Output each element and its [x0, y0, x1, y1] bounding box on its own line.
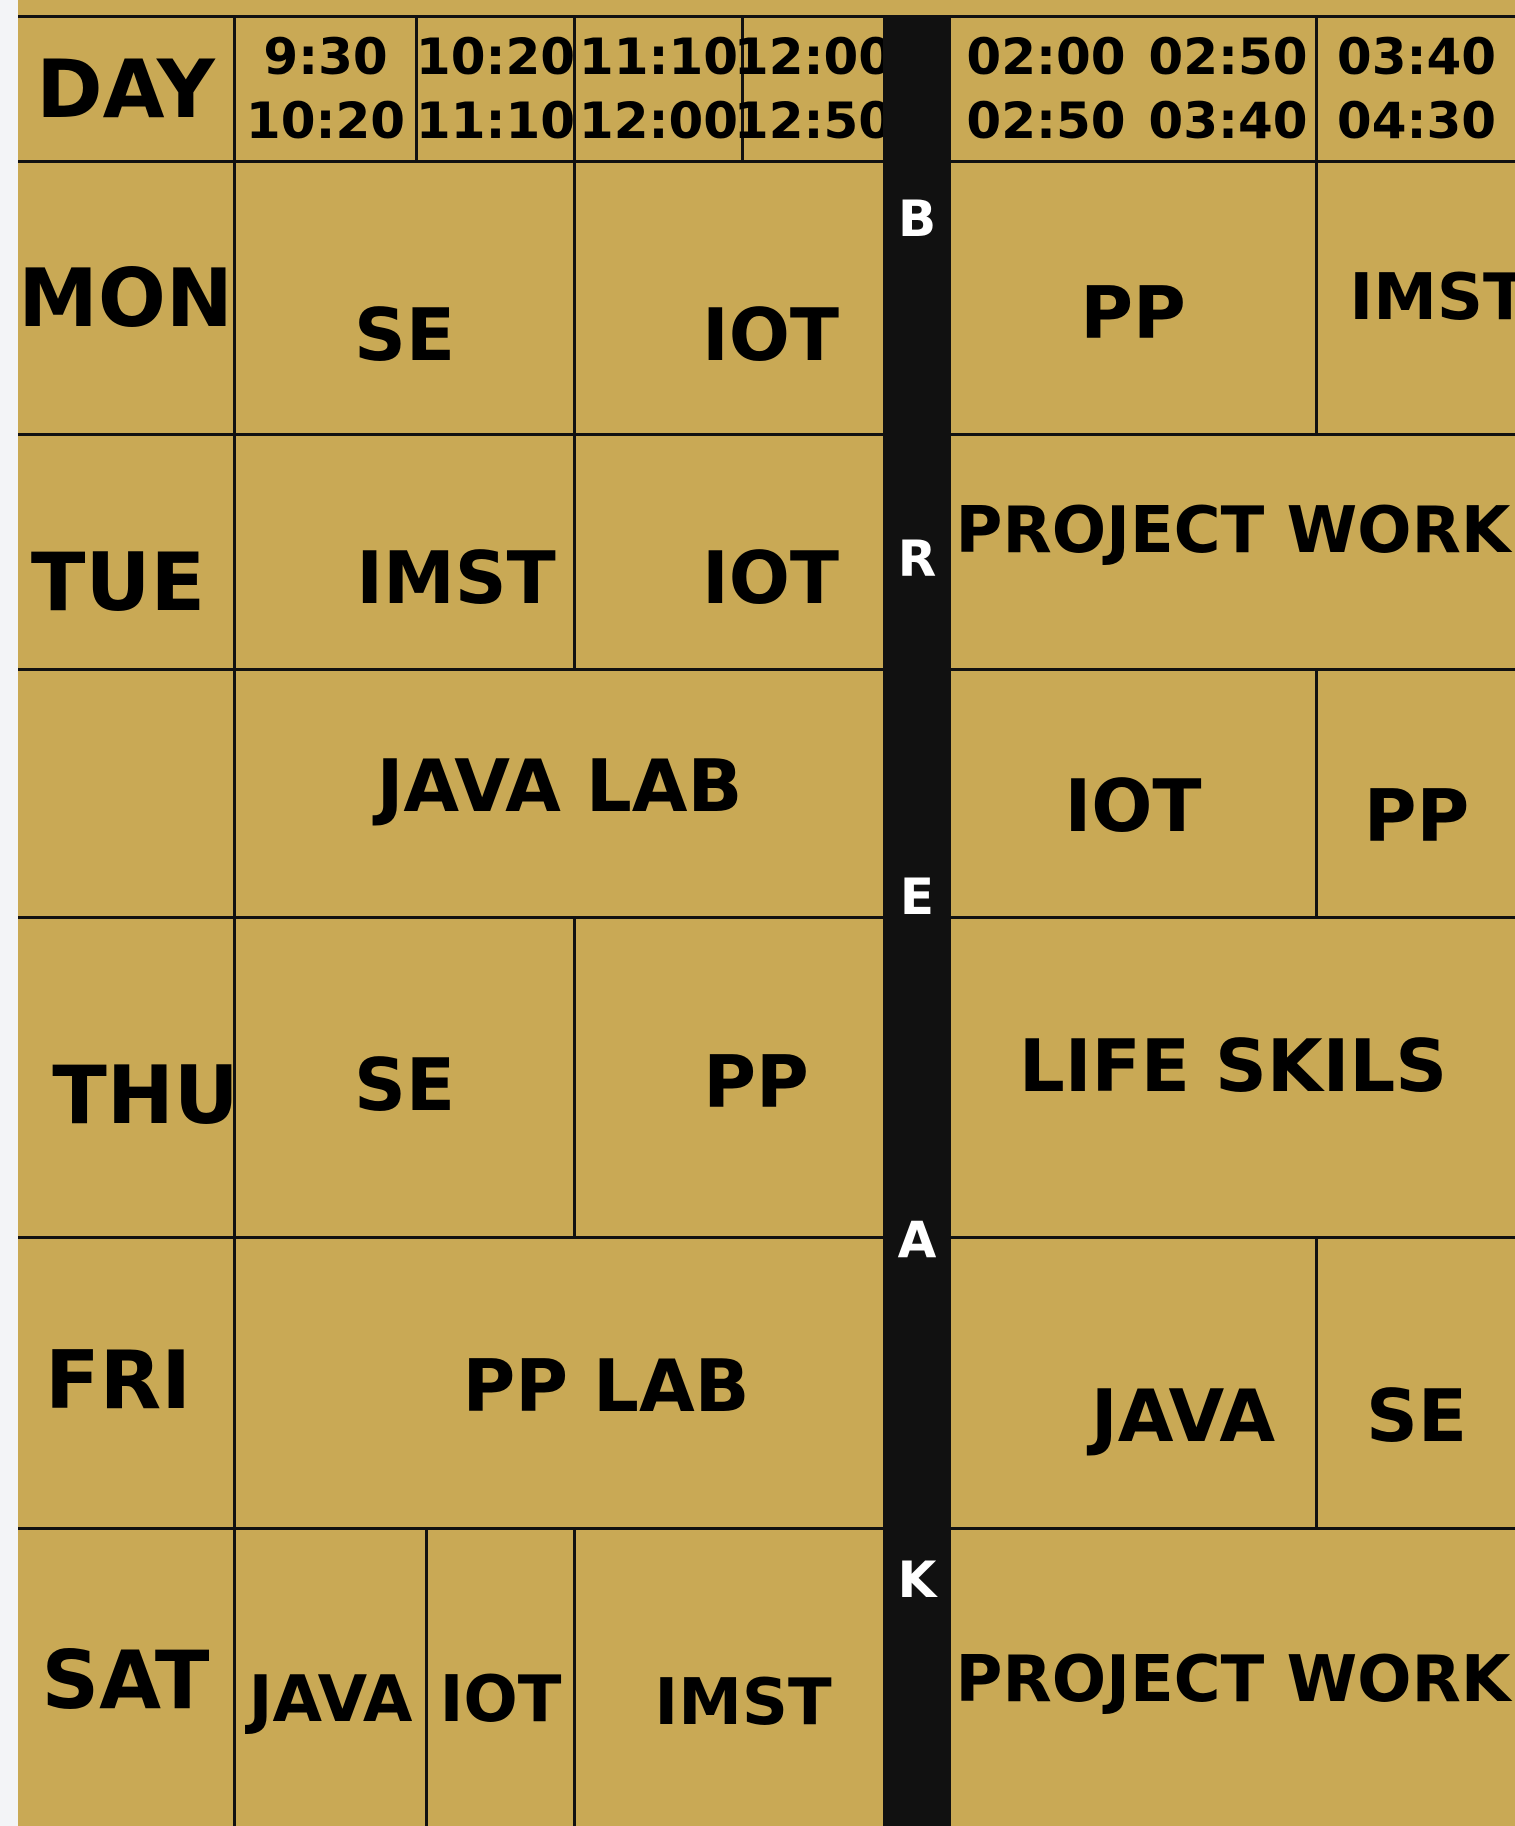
day-label-thu: THU — [52, 1048, 239, 1142]
sat-subject-project-work: PROJECT WORK — [955, 1643, 1511, 1717]
time-slot-7-end: 04:30 — [1336, 92, 1497, 150]
day-label-tue: TUE — [30, 536, 206, 629]
time-slot-4-end: 12:50 — [733, 92, 894, 150]
break-letter-r: R — [897, 530, 937, 588]
time-slot-6-end: 03:40 — [1148, 92, 1308, 150]
time-slot-1: 9:30 10:20 — [236, 18, 415, 160]
time-slot-2-start: 10:20 — [415, 28, 576, 86]
wed-subject-iot: IOT — [1064, 763, 1202, 848]
time-slot-6: 02:50 03:40 — [1141, 18, 1315, 160]
tue-subject-imst: IMST — [356, 535, 556, 620]
break-bar: B R E A K — [883, 18, 951, 1826]
fri-subject-se: SE — [1365, 1373, 1468, 1458]
time-slot-1-end: 10:20 — [245, 92, 406, 150]
day-label-mon: MON — [18, 251, 233, 345]
break-letter-a: A — [897, 1211, 937, 1269]
day-label-wed — [18, 671, 233, 916]
fri-subject-java: JAVA — [1090, 1373, 1276, 1458]
thu-subject-se: SE — [353, 1043, 456, 1127]
time-slot-1-start: 9:30 — [263, 28, 388, 86]
time-slot-2: 10:20 11:10 — [415, 18, 576, 160]
thu-subject-life-skils: LIFE SKILS — [1018, 1024, 1448, 1108]
grid-line-header-bottom — [18, 160, 1515, 163]
timetable: DAY 9:30 10:20 10:20 11:10 11:10 12:00 1… — [18, 0, 1515, 1826]
thu-subject-pp: PP — [703, 1040, 809, 1124]
wed-subject-java-lab: JAVA LAB — [376, 743, 743, 828]
tue-subject-iot: IOT — [701, 535, 840, 620]
time-slot-5-start: 02:00 — [966, 28, 1126, 86]
time-slot-2-end: 11:10 — [415, 92, 576, 150]
mon-subject-pp: PP — [1080, 271, 1186, 355]
time-slot-6-start: 02:50 — [1148, 28, 1308, 86]
sat-subject-iot: IOT — [439, 1663, 562, 1737]
wed-subject-pp: PP — [1363, 773, 1470, 858]
mon-subject-iot: IOT — [701, 293, 840, 377]
mon-subject-se: SE — [353, 293, 456, 377]
time-slot-4: 12:00 12:50 — [734, 18, 893, 160]
sat-subject-imst: IMST — [654, 1666, 832, 1740]
break-letter-k: K — [897, 1551, 937, 1609]
time-slot-3-end: 12:00 — [578, 92, 739, 150]
break-letter-b: B — [897, 190, 937, 248]
time-slot-5-end: 02:50 — [966, 92, 1126, 150]
time-slot-4-start: 12:00 — [733, 28, 894, 86]
break-letter-e: E — [899, 868, 935, 926]
time-slot-7-start: 03:40 — [1336, 28, 1497, 86]
time-slot-3-start: 11:10 — [578, 28, 739, 86]
tue-subject-project-work: PROJECT WORK — [955, 493, 1511, 568]
mon-subject-imst: IMST — [1349, 261, 1515, 335]
time-slot-5: 02:00 02:50 — [951, 18, 1141, 160]
header-day-label: DAY — [36, 42, 215, 136]
sat-subject-java: JAVA — [248, 1663, 413, 1737]
time-slot-3: 11:10 12:00 — [576, 18, 741, 160]
day-label-fri: FRI — [44, 1334, 191, 1427]
time-slot-7: 03:40 04:30 — [1318, 18, 1515, 160]
fri-subject-pp-lab: PP LAB — [462, 1343, 750, 1428]
day-label-sat: SAT — [41, 1633, 210, 1727]
